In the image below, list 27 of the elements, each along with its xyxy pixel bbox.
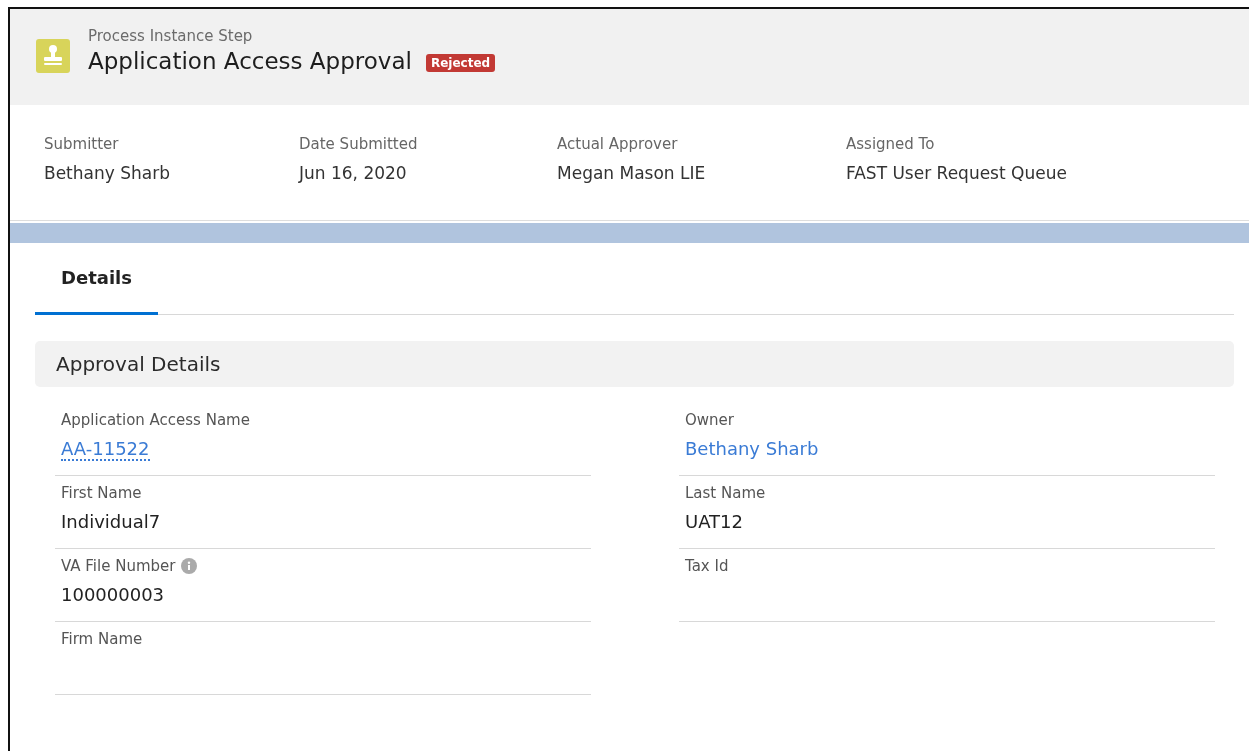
field-label: Owner xyxy=(685,411,734,429)
field-value: Individual7 xyxy=(61,511,161,532)
field-value: FAST User Request Queue xyxy=(846,163,1067,183)
field-value: Bethany Sharb xyxy=(44,163,171,183)
section-header[interactable]: Approval Details xyxy=(35,341,1234,387)
field-label: Date Submitted xyxy=(299,135,419,153)
status-badge: Rejected xyxy=(425,54,496,72)
details-tab[interactable]: Details xyxy=(35,257,158,315)
field-value: UAT12 xyxy=(685,511,743,532)
object-type-label: Process Instance Step xyxy=(88,27,254,45)
field-value: Jun 16, 2020 xyxy=(299,163,408,183)
field-value: 100000003 xyxy=(61,584,165,605)
field-label: Tax Id xyxy=(685,557,729,575)
field-label: Actual Approver xyxy=(557,135,679,153)
field-label: Submitter xyxy=(44,135,120,153)
record-link[interactable]: AA-11522 xyxy=(61,438,150,461)
field-label: Firm Name xyxy=(61,630,143,648)
field-label: Application Access Name xyxy=(61,411,250,429)
field-label: VA File Number xyxy=(61,557,176,575)
stamp-icon xyxy=(36,39,70,73)
info-icon[interactable] xyxy=(181,558,198,574)
field-label: Last Name xyxy=(685,484,766,502)
field-value: Megan Mason LIE xyxy=(557,163,707,183)
field-label: Assigned To xyxy=(846,135,936,153)
user-link[interactable]: Bethany Sharb xyxy=(685,438,819,459)
record-title: Application Access Approval xyxy=(88,48,412,74)
field-label: First Name xyxy=(61,484,142,502)
